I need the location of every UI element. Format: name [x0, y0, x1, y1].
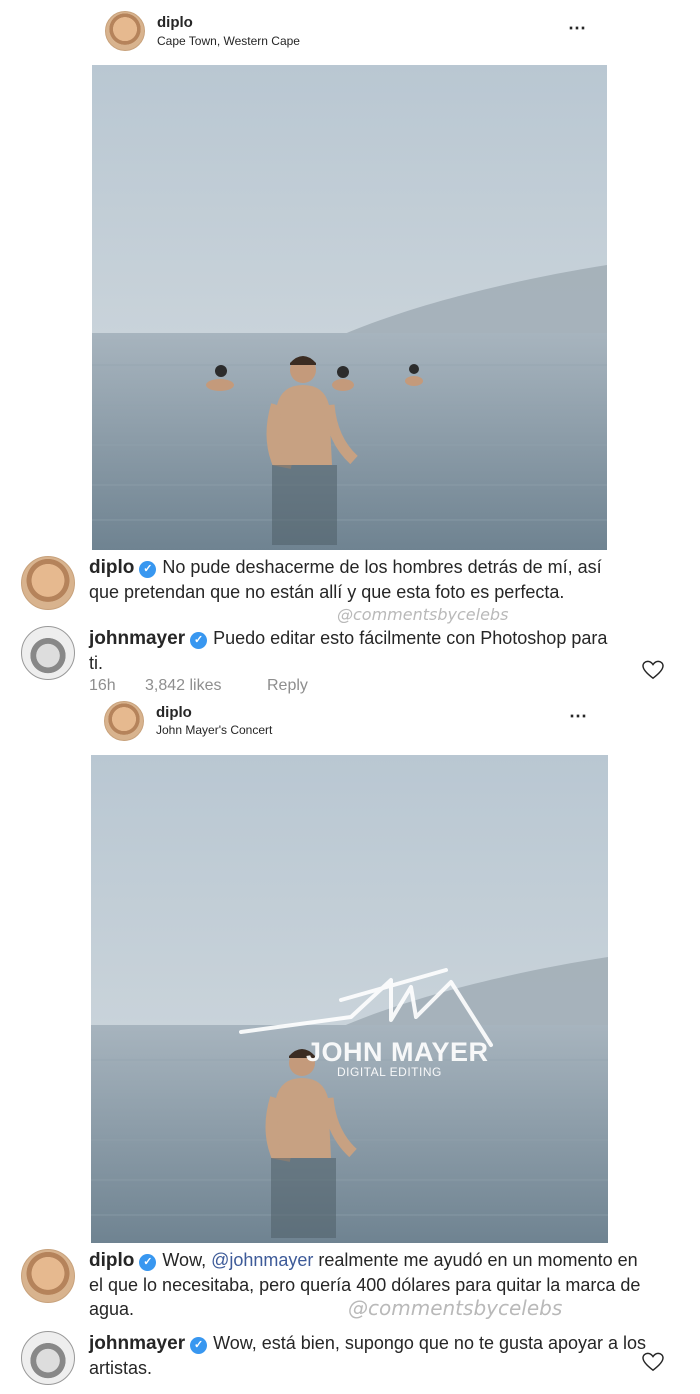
lake-photo-illustration — [92, 65, 607, 550]
verified-badge-icon: ✓ — [190, 632, 208, 649]
comment3-text-before: Wow, — [162, 1250, 212, 1270]
comment2-likes[interactable]: 3,842 likes — [145, 677, 222, 695]
post1-photo — [92, 65, 607, 550]
comment1-avatar[interactable] — [21, 556, 75, 610]
comment3-watermark: @commentsbycelebs — [348, 1296, 563, 1320]
comment2-time: 16h — [89, 677, 116, 694]
mention-link[interactable]: @johnmayer — [211, 1250, 313, 1270]
post2-username[interactable]: diplo — [156, 704, 192, 721]
comment4: johnmayer ✓ Wow, está bien, supongo que no… — [89, 1331, 649, 1380]
post1-location[interactable]: Cape Town, Western Cape — [157, 34, 300, 48]
post2-avatar[interactable] — [104, 701, 144, 741]
lake-photo-illustration — [91, 755, 608, 1243]
heart-icon[interactable] — [642, 660, 664, 680]
post1-username[interactable]: diplo — [157, 14, 193, 31]
comment2-reply-button[interactable]: Reply — [267, 677, 308, 695]
post2-photo: JOHN MAYER DIGITAL EDITING — [91, 755, 608, 1243]
watermark-brand: JOHN MAYER — [306, 1037, 489, 1067]
more-options-icon[interactable]: ⋯ — [569, 706, 588, 727]
comment2: johnmayer ✓ Puedo editar esto fácilmente c… — [89, 626, 624, 675]
post2-location[interactable]: John Mayer's Concert — [156, 723, 272, 737]
more-options-icon[interactable]: ⋯ — [568, 18, 587, 39]
comment1-watermark: @commentsbycelebs — [337, 605, 509, 624]
comment1-text: No pude deshacerme de los hombres detrás… — [89, 557, 602, 602]
verified-badge-icon: ✓ — [190, 1337, 208, 1354]
comment4-avatar[interactable] — [21, 1331, 75, 1385]
comment3-username[interactable]: diplo — [89, 1250, 134, 1271]
comment2-avatar[interactable] — [21, 626, 75, 680]
comment2-username[interactable]: johnmayer — [89, 628, 185, 649]
verified-badge-icon: ✓ — [139, 561, 157, 578]
comment3-avatar[interactable] — [21, 1249, 75, 1303]
heart-icon[interactable] — [642, 1352, 664, 1372]
comment4-username[interactable]: johnmayer — [89, 1333, 185, 1354]
post1-avatar[interactable] — [105, 11, 145, 51]
watermark-subtitle: DIGITAL EDITING — [337, 1065, 442, 1079]
comment1-username[interactable]: diplo — [89, 557, 134, 578]
verified-badge-icon: ✓ — [139, 1254, 157, 1271]
comment1: diplo ✓ No pude deshacerme de los hombres … — [89, 555, 624, 604]
